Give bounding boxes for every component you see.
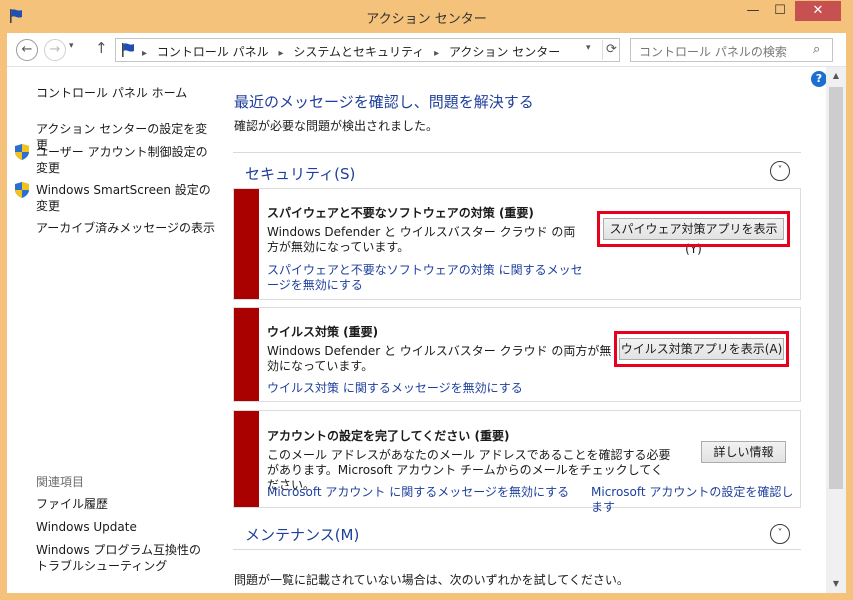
recent-locations-icon[interactable]: ▾ [69,41,74,51]
view-archived-messages-link[interactable]: アーカイブ済みメッセージの表示 [36,220,216,236]
breadcrumb-system-security[interactable]: システムとセキュリティ [293,45,424,59]
account-setup-card: アカウントの設定を完了してください (重要) このメール アドレスがあなたのメー… [233,410,801,514]
refresh-button[interactable]: ⟳ [602,40,620,60]
window-frame-right [846,33,853,600]
page-subtitle: 確認が必要な問題が検出されました。 [234,119,439,133]
close-button[interactable]: ✕ [795,1,841,21]
search-input[interactable]: コントロール パネルの検索 [639,43,787,60]
severity-bar [234,411,259,507]
title-bar: アクション センター — ☐ ✕ [0,0,853,33]
section-divider [233,152,801,153]
help-icon[interactable]: ? [811,71,827,87]
chevron-down-icon[interactable]: ˅ [770,524,790,544]
minimize-button[interactable]: — [740,1,766,21]
scroll-up-icon[interactable]: ▲ [826,67,846,85]
uac-shield-icon [15,182,29,198]
card-title: アカウントの設定を完了してください (重要) [267,429,510,443]
window-title: アクション センター [366,12,487,27]
disable-antivirus-messages-link[interactable]: ウイルス対策 に関するメッセージを無効にする [267,381,523,396]
highlight-box [614,331,789,367]
maintenance-section-title[interactable]: メンテナンス(M) [245,524,359,545]
window-frame-left [0,33,7,600]
highlight-box [597,211,790,247]
card-title: ウイルス対策 (重要) [267,325,379,339]
chevron-down-icon[interactable]: ˅ [770,161,790,181]
card-description: Windows Defender と ウイルスバスター クラウド の両方が無効に… [267,344,612,373]
spyware-protection-card: スパイウェアと不要なソフトウェアの対策 (重要) Windows Defende… [233,188,801,300]
address-bar[interactable]: ▸ コントロール パネル ▸ システムとセキュリティ ▸ アクション センター … [115,38,620,62]
disable-spyware-messages-link[interactable]: スパイウェアと不要なソフトウェアの対策 に関するメッセージを無効にする [267,263,587,293]
page-title: 最近のメッセージを確認し、問題を解決する [234,93,534,111]
breadcrumb-separator-icon[interactable]: ▸ [434,48,439,59]
scrollbar-thumb[interactable] [829,87,843,489]
severity-bar [234,189,259,299]
file-history-link[interactable]: ファイル履歴 [36,496,216,512]
scroll-down-icon[interactable]: ▼ [826,575,846,593]
uac-shield-icon [15,144,29,160]
up-level-button[interactable]: ↑ [95,39,108,57]
window-frame-bottom [0,593,853,600]
antivirus-card: ウイルス対策 (重要) Windows Defender と ウイルスバスター … [233,307,801,402]
maximize-button[interactable]: ☐ [767,1,793,21]
disable-account-messages-link[interactable]: Microsoft アカウント に関するメッセージを無効にする [267,485,569,500]
verify-account-settings-link[interactable]: Microsoft アカウントの設定を確認します [591,485,800,515]
breadcrumb: ▸ コントロール パネル ▸ システムとセキュリティ ▸ アクション センター [142,43,566,60]
card-description: Windows Defender と ウイルスバスター クラウド の両方が無効に… [267,225,576,254]
navigation-bar: ← → ▾ ↑ ▸ コントロール パネル ▸ システムとセキュリティ ▸ アクシ… [7,33,846,67]
change-uac-settings-link[interactable]: ユーザー アカウント制御設定の変更 [36,144,216,176]
breadcrumb-action-center[interactable]: アクション センター [449,45,560,59]
related-heading: 関連項目 [36,475,85,489]
section-divider [233,549,801,550]
search-box[interactable]: コントロール パネルの検索 ⌕ [630,38,833,62]
back-button[interactable]: ← [16,39,38,61]
severity-bar [234,308,259,401]
breadcrumb-control-panel[interactable]: コントロール パネル [157,45,269,59]
main-content: 最近のメッセージを確認し、問題を解決する 確認が必要な問題が検出されました。 セ… [218,67,826,593]
more-info-button[interactable]: 詳しい情報 [701,441,786,463]
breadcrumb-separator-icon[interactable]: ▸ [142,48,147,59]
card-title: スパイウェアと不要なソフトウェアの対策 (重要) [267,206,534,220]
change-smartscreen-settings-link[interactable]: Windows SmartScreen 設定の変更 [36,182,216,214]
action-center-flag-icon [122,43,134,57]
forward-button[interactable]: → [44,39,66,61]
troubleshooting-hint: 問題が一覧に記載されていない場合は、次のいずれかを試してください。 [234,573,629,587]
address-dropdown-icon[interactable]: ▾ [586,43,591,53]
program-compatibility-troubleshooter-link[interactable]: Windows プログラム互換性のトラブルシューティング [36,542,206,574]
windows-update-link[interactable]: Windows Update [36,519,216,535]
control-panel-home-link[interactable]: コントロール パネル ホーム [36,85,216,101]
breadcrumb-separator-icon[interactable]: ▸ [279,48,284,59]
security-section-title[interactable]: セキュリティ(S) [245,163,355,184]
search-icon[interactable]: ⌕ [813,42,820,57]
left-pane: コントロール パネル ホーム アクション センターの設定を変更 ユーザー アカウ… [7,67,218,593]
vertical-scrollbar[interactable]: ▲ ▼ [826,67,846,593]
